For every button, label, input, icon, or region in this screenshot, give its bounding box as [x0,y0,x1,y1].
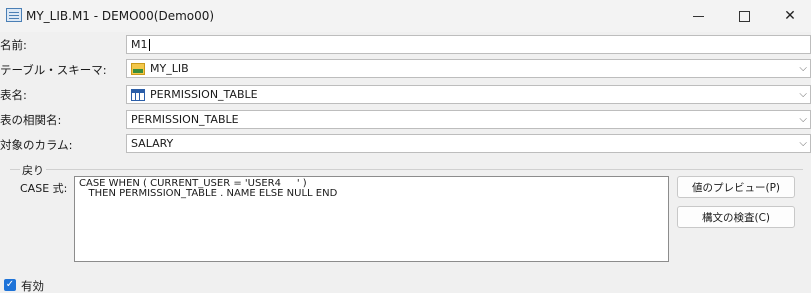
column-label: 対象のカラム: [0,138,73,152]
chevron-down-icon[interactable]: ⌵ [799,89,807,100]
text-caret [148,38,150,51]
close-icon: ✕ [784,8,796,24]
name-label: 名前: [0,38,27,52]
check-syntax-button[interactable]: 構文の検査(C) [677,206,795,228]
return-group-label: 戻り [20,162,46,178]
column-value: SALARY [131,137,174,150]
close-button[interactable]: ✕ [767,0,811,32]
enabled-label: 有効 [21,279,44,293]
chevron-down-icon[interactable]: ⌵ [799,138,807,149]
correlation-value: PERMISSION_TABLE [131,113,239,126]
maximize-icon [738,10,750,22]
name-field[interactable]: M1 [126,35,811,54]
schema-value: MY_LIB [150,62,189,75]
name-value: M1 [131,38,148,51]
preview-value-button[interactable]: 値のプレビュー(P) [677,176,795,198]
table-value: PERMISSION_TABLE [150,88,258,101]
maximize-button[interactable] [721,0,767,32]
case-expression-textarea[interactable]: CASE WHEN ( CURRENT_USER = 'USER4 ' ) TH… [74,176,669,262]
return-group-border [10,169,803,170]
title-bar: MY_LIB.M1 - DEMO00(Demo00) ✕ [0,0,811,32]
minimize-icon [692,15,704,17]
case-expression-label: CASE 式: [20,182,68,195]
table-select[interactable]: PERMISSION_TABLE ⌵ [126,85,811,104]
minimize-button[interactable] [675,0,721,32]
correlation-select[interactable]: PERMISSION_TABLE ⌵ [126,110,811,129]
chevron-down-icon[interactable]: ⌵ [799,63,807,74]
correlation-label: 表の相関名: [0,113,62,127]
schema-select[interactable]: MY_LIB ⌵ [126,59,811,78]
table-icon [131,88,145,101]
table-label: 表名: [0,88,27,102]
folder-schema-icon [131,62,145,75]
enabled-checkbox[interactable]: ✓ [4,279,16,291]
app-table-icon [6,8,22,22]
chevron-down-icon[interactable]: ⌵ [799,114,807,125]
column-select[interactable]: SALARY ⌵ [126,134,811,153]
window-title: MY_LIB.M1 - DEMO00(Demo00) [26,9,215,23]
schema-label: テーブル・スキーマ: [0,63,107,77]
